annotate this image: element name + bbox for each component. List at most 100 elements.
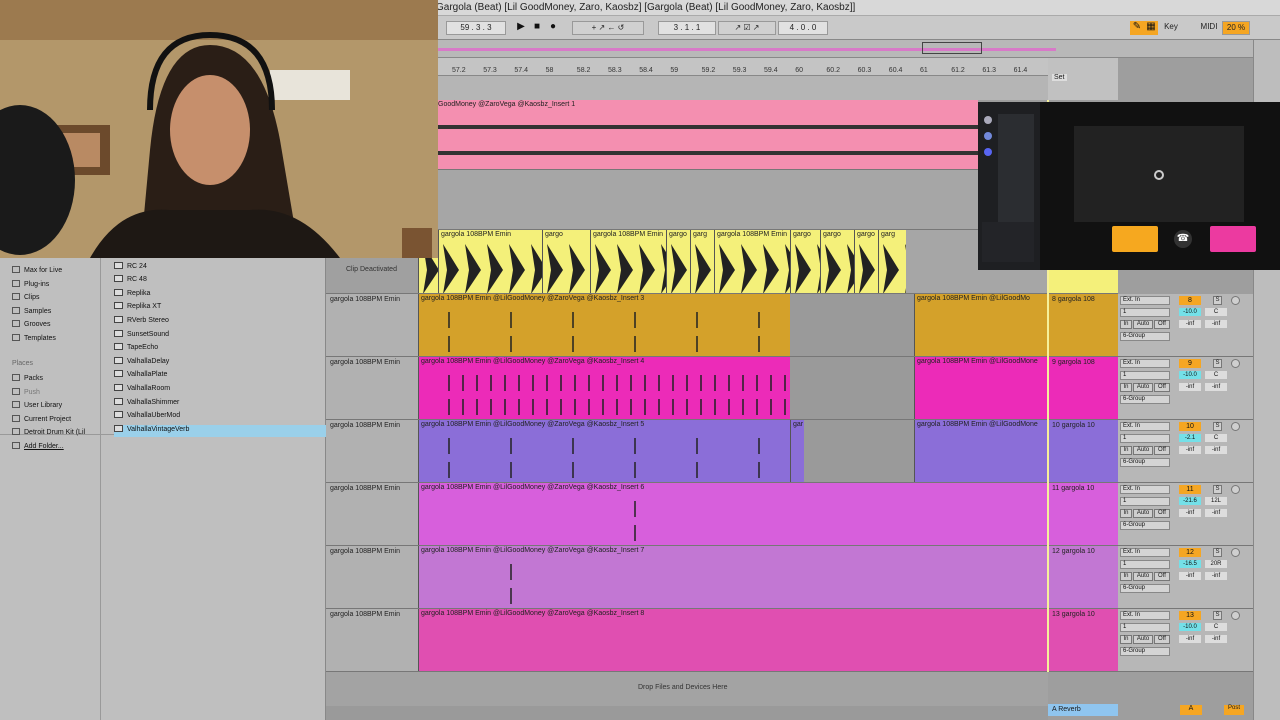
browser-place[interactable]: User Library [12, 401, 62, 413]
input-type-select[interactable]: Ext. In [1120, 359, 1170, 368]
return-track-number[interactable]: A [1180, 705, 1202, 715]
input-type-select[interactable]: Ext. In [1120, 422, 1170, 431]
output-select[interactable]: 6-Group [1120, 332, 1170, 341]
plugin-item[interactable]: Replika XT [114, 302, 161, 314]
mixer-track-title[interactable]: 10 gargola 10 [1048, 420, 1118, 483]
pan-value[interactable]: C [1205, 434, 1227, 442]
send-a-value[interactable]: -inf [1179, 635, 1201, 643]
volume-value[interactable]: -10.0 [1179, 371, 1201, 379]
overlay-sidebar[interactable] [978, 102, 1040, 270]
browser-place[interactable]: Current Project [12, 414, 71, 427]
volume-value[interactable]: -10.0 [1179, 623, 1201, 631]
plugin-item[interactable]: ValhallaRoom [114, 384, 170, 396]
arm-button[interactable] [1231, 485, 1240, 494]
monitor-off-button[interactable]: Off [1154, 572, 1170, 581]
mixer-track-title[interactable]: 12 gargola 10 [1048, 546, 1118, 609]
solo-button[interactable]: S [1213, 422, 1222, 431]
arm-button[interactable] [1231, 548, 1240, 557]
monitor-in-button[interactable]: In [1120, 446, 1132, 455]
song-position[interactable]: 59 . 3 . 3 [446, 21, 506, 35]
edit-tools[interactable]: + ↗ ← ↺ [572, 21, 644, 35]
audio-clip[interactable]: gargola 108BPM Emin @LilGoodMo [914, 294, 1048, 356]
discord-overlay[interactable]: ☎ [978, 102, 1280, 270]
stop-button[interactable]: ■ [530, 21, 544, 35]
track-header[interactable]: gargola 108BPM Emin [326, 609, 418, 672]
solo-button[interactable]: S [1213, 359, 1222, 368]
plugin-item[interactable]: ValhallaShimmer [114, 397, 179, 410]
key-map-button[interactable]: Key [1160, 21, 1182, 35]
post-button[interactable]: Post [1224, 705, 1244, 715]
audio-clip[interactable]: gargola 108BPM Emin [714, 230, 790, 293]
audio-clip[interactable]: gargo [854, 230, 878, 293]
plugin-item[interactable]: SunsetSound [114, 329, 169, 342]
send-a-value[interactable]: -inf [1179, 320, 1201, 328]
input-channel-select[interactable]: 1 [1120, 308, 1170, 317]
draw-mode-button[interactable]: ✎ [1130, 21, 1144, 35]
monitor-off-button[interactable]: Off [1154, 509, 1170, 518]
plugin-item[interactable]: ValhallaDelay [114, 356, 169, 369]
audio-clip[interactable]: gargola 108BPM Emin @LilGoodMoney @ZaroV… [418, 420, 790, 482]
monitor-auto-button[interactable]: Auto [1133, 383, 1153, 392]
track-activator[interactable]: 12 [1179, 548, 1201, 557]
time-ruler[interactable] [436, 76, 1048, 100]
track-lane-1[interactable]: GoodMoney @ZaroVega @Kaosbz_Insert 1 [436, 100, 978, 170]
midi-map-button[interactable]: MIDI [1196, 21, 1222, 35]
input-type-select[interactable]: Ext. In [1120, 611, 1170, 620]
monitor-auto-button[interactable]: Auto [1133, 446, 1153, 455]
send-a-value[interactable]: -inf [1179, 509, 1201, 517]
track-lane[interactable]: gargola 108BPM Emin @LilGoodMoney @ZaroV… [418, 294, 1048, 357]
server-icon[interactable] [984, 116, 992, 124]
track-header[interactable]: gargola 108BPM Emin [326, 420, 418, 483]
input-channel-select[interactable]: 1 [1120, 497, 1170, 506]
audio-clip[interactable]: gargola 108BPM Emin @LilGoodMone [914, 357, 1048, 419]
monitor-in-button[interactable]: In [1120, 509, 1132, 518]
track-lane[interactable]: gargola 108BPM Emin @LilGoodMoney @ZaroV… [418, 609, 1048, 672]
record-button[interactable]: ● [546, 21, 560, 35]
track-lane[interactable]: gargola 108BPM Emin @LilGoodMoney @ZaroV… [418, 420, 1048, 483]
browser-place[interactable]: Add Folder... [12, 442, 64, 454]
discord-button[interactable] [1210, 226, 1256, 252]
arm-button[interactable] [1231, 359, 1240, 368]
monitor-auto-button[interactable]: Auto [1133, 572, 1153, 581]
monitor-auto-button[interactable]: Auto [1133, 320, 1153, 329]
mixer-track-title[interactable]: 11 gargola 10 [1048, 483, 1118, 546]
plugin-item[interactable]: ValhallaPlate [114, 370, 167, 382]
server-icon[interactable] [984, 148, 992, 156]
return-track-a[interactable]: A Reverb [1048, 704, 1118, 716]
solo-button[interactable]: S [1213, 296, 1222, 305]
arm-button[interactable] [1231, 422, 1240, 431]
audio-clip[interactable]: gargo [666, 230, 690, 293]
browser-category[interactable]: Max for Live [12, 266, 62, 278]
track-activator[interactable]: 9 [1179, 359, 1201, 368]
mixer-track-title[interactable]: 9 gargola 108 [1048, 357, 1118, 420]
audio-clip[interactable]: gargo [790, 230, 820, 293]
drop-zone[interactable]: Drop Files and Devices Here [326, 672, 1048, 706]
monitor-auto-button[interactable]: Auto [1133, 635, 1153, 644]
output-select[interactable]: 6-Group [1120, 584, 1170, 593]
beat-ruler[interactable]: 57.2 57.3 57.4 58 58.2 58.3 58.4 59 59.2 59.3 59.4… [436, 58, 1048, 76]
plugin-item[interactable]: ValhallaVintageVerb [114, 424, 326, 437]
track-header[interactable]: gargola 108BPM Emin [326, 357, 418, 420]
volume-value[interactable]: -10.0 [1179, 308, 1201, 316]
arrangement-overview[interactable] [436, 40, 1280, 58]
browser-place[interactable]: Push [12, 387, 40, 400]
audio-clip[interactable]: gar [790, 420, 804, 482]
pan-value[interactable]: 12L [1205, 497, 1227, 505]
track-header[interactable]: gargola 108BPM Emin [326, 294, 418, 357]
input-type-select[interactable]: Ext. In [1120, 548, 1170, 557]
monitor-in-button[interactable]: In [1120, 383, 1132, 392]
audio-clip[interactable]: gargola 108BPM Emin @LilGoodMoney @ZaroV… [418, 609, 1048, 671]
monitor-auto-button[interactable]: Auto [1133, 509, 1153, 518]
browser-category[interactable]: Samples [12, 306, 51, 319]
monitor-off-button[interactable]: Off [1154, 635, 1170, 644]
solo-button[interactable]: S [1213, 485, 1222, 494]
track-lane[interactable]: gargola 108BPM Emin @LilGoodMoney @ZaroV… [418, 546, 1048, 609]
output-select[interactable]: 6-Group [1120, 458, 1170, 467]
track-activator[interactable]: 11 [1179, 485, 1201, 494]
pan-value[interactable]: 20R [1205, 560, 1227, 568]
input-type-select[interactable]: Ext. In [1120, 485, 1170, 494]
input-channel-select[interactable]: 1 [1120, 371, 1170, 380]
monitor-in-button[interactable]: In [1120, 320, 1132, 329]
track-lane[interactable]: gargola 108BPM Emin @LilGoodMoney @ZaroV… [418, 357, 1048, 420]
audio-clip[interactable]: garg [690, 230, 714, 293]
